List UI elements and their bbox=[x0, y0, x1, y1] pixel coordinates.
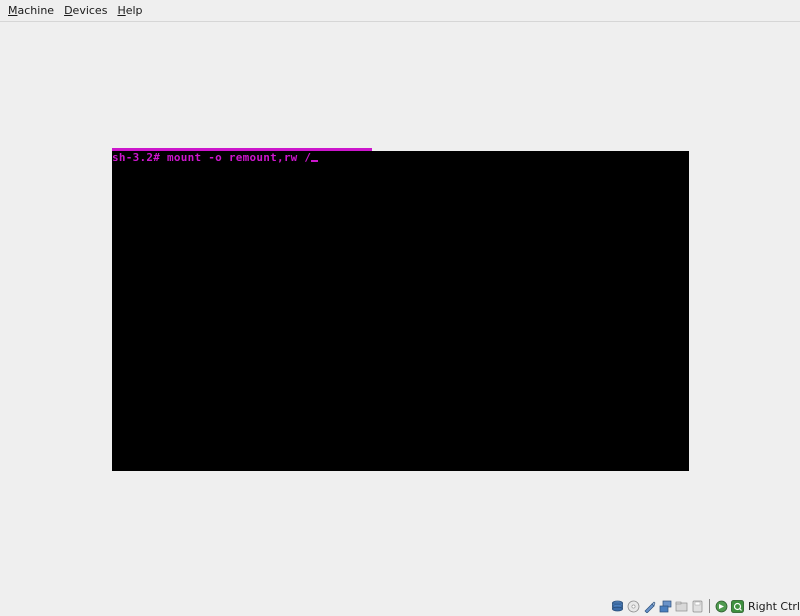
menu-devices-label: evices bbox=[72, 4, 108, 17]
console-command-text: sh-3.2# mount -o remount,rw / bbox=[112, 151, 312, 164]
menu-help-mnemonic: H bbox=[117, 4, 126, 17]
mouse-integration-icon[interactable] bbox=[715, 600, 728, 613]
usb-icon[interactable] bbox=[643, 600, 656, 613]
shared-folders-icon[interactable] bbox=[675, 600, 688, 613]
menu-machine-mnemonic: M bbox=[8, 4, 18, 17]
menu-help[interactable]: Help bbox=[112, 2, 147, 19]
hard-disk-icon[interactable] bbox=[611, 600, 624, 613]
status-bar: Right Ctrl bbox=[611, 596, 800, 616]
console-prompt-line: sh-3.2# mount -o remount,rw / bbox=[112, 151, 319, 164]
menu-machine-label: achine bbox=[17, 4, 55, 17]
status-separator bbox=[708, 599, 710, 613]
floppy-icon[interactable] bbox=[691, 600, 704, 613]
host-key-label: Right Ctrl bbox=[747, 599, 800, 613]
vm-display[interactable]: sh-3.2# mount -o remount,rw / bbox=[112, 151, 689, 471]
network-icon[interactable] bbox=[659, 600, 672, 613]
menu-machine[interactable]: Machine bbox=[3, 2, 59, 19]
menu-devices[interactable]: Devices bbox=[59, 2, 112, 19]
text-cursor bbox=[311, 160, 319, 162]
menu-bar: Machine Devices Help bbox=[0, 0, 800, 22]
menu-help-label: elp bbox=[125, 4, 143, 17]
host-key-icon bbox=[731, 599, 744, 613]
optical-drive-icon[interactable] bbox=[627, 600, 640, 613]
menu-devices-mnemonic: D bbox=[64, 4, 73, 17]
